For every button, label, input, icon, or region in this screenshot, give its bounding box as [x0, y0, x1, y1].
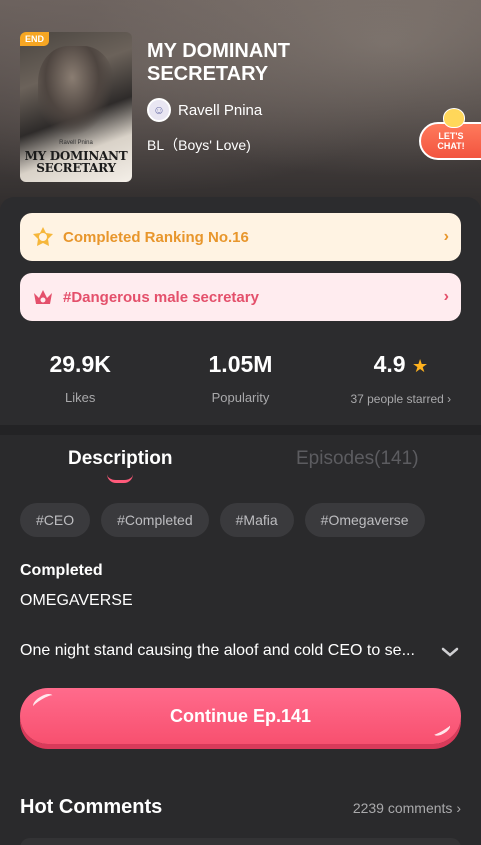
rating-row: 4.9 ★ — [321, 350, 481, 380]
cover-artwork — [38, 46, 114, 136]
continue-label: Continue Ep.141 — [169, 705, 312, 726]
active-tab-indicator — [107, 474, 133, 483]
button-gloss — [432, 722, 452, 738]
continue-reading-button[interactable]: Continue Ep.141 — [20, 688, 461, 744]
button-gloss — [30, 691, 56, 711]
chat-mascot-icon — [443, 108, 465, 128]
ranking-label: Completed Ranking No.16 — [63, 228, 249, 246]
subgenre-label: OMEGAVERSE — [20, 592, 133, 609]
rating-count-link[interactable]: 37 people starred › — [321, 392, 481, 406]
cover-title-text: MY DOMINANT SECRETARY — [24, 149, 128, 175]
popularity-value: 1.05M — [208, 351, 273, 377]
star-icon: ★ — [411, 356, 429, 376]
crown-icon — [32, 286, 54, 308]
featured-tag-label: #Dangerous male secretary — [63, 288, 259, 306]
cover-author-text: Ravell Pnina — [59, 140, 93, 146]
chevron-right-icon: › — [443, 288, 449, 305]
section-divider — [0, 425, 481, 435]
chat-line-2: CHAT! — [437, 141, 465, 151]
rating-value: 4.9 — [373, 351, 406, 377]
rating-stat[interactable]: 4.9 ★ 37 people starred › — [321, 350, 481, 406]
genre-label: BL（Boys' Love) — [147, 137, 251, 153]
lets-chat-button[interactable]: LET'S CHAT! — [419, 108, 481, 162]
tab-bar: Description Episodes(141) — [0, 435, 481, 485]
likes-value: 29.9K — [49, 351, 111, 377]
popularity-label: Popularity — [211, 390, 270, 405]
end-badge: END — [20, 32, 50, 46]
ranking-banner[interactable]: Completed Ranking No.16 › — [20, 213, 461, 261]
featured-tag-banner[interactable]: #Dangerous male secretary › — [20, 273, 461, 321]
expand-chevron-down-icon[interactable] — [441, 645, 459, 663]
tab-description[interactable]: Description — [68, 448, 173, 470]
popularity-stat: 1.05M Popularity — [160, 350, 320, 406]
synopsis-text[interactable]: One night stand causing the aloof and co… — [20, 642, 440, 660]
author-name[interactable]: Ravell Pnina — [178, 102, 262, 119]
tag-chip[interactable]: #CEO — [20, 503, 91, 537]
chevron-right-icon: › — [443, 228, 449, 245]
comments-count-link[interactable]: 2239 comments › — [353, 800, 461, 816]
likes-stat: 29.9K Likes — [0, 350, 160, 406]
author-row[interactable]: ☺ Ravell Pnina — [147, 98, 262, 122]
completion-status: Completed — [20, 562, 103, 579]
hot-comments-heading: Hot Comments — [20, 796, 163, 818]
tag-chip[interactable]: #Omegaverse — [304, 503, 425, 537]
tag-list: #CEO #Completed #Mafia #Omegaverse — [20, 503, 425, 537]
stats-row: 29.9K Likes 1.05M Popularity 4.9 ★ 37 pe… — [0, 350, 481, 406]
comment-card[interactable] — [20, 838, 461, 845]
chat-line-1: LET'S — [438, 131, 464, 141]
likes-label: Likes — [64, 390, 96, 405]
tag-chip[interactable]: #Completed — [101, 503, 209, 537]
comic-title: MY DOMINANT SECRETARY — [147, 40, 290, 85]
cover-image[interactable]: END Ravell Pnina MY DOMINANT SECRETARY — [20, 32, 132, 182]
author-avatar[interactable]: ☺ — [147, 98, 171, 122]
medal-icon — [32, 226, 54, 248]
tab-episodes[interactable]: Episodes(141) — [296, 448, 419, 470]
tag-chip[interactable]: #Mafia — [219, 503, 294, 537]
